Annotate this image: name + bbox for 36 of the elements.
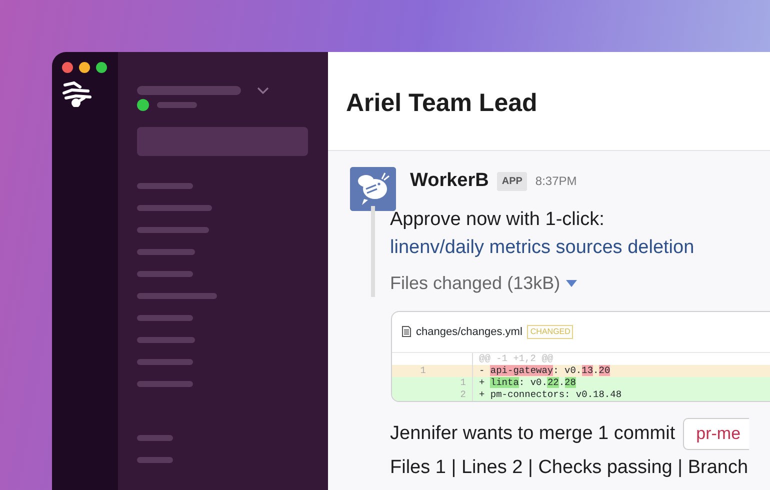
file-icon xyxy=(402,326,411,338)
merge-text: Jennifer wants to merge 1 commit xyxy=(390,422,676,446)
placeholder-bar xyxy=(137,249,195,255)
code-line: + pm-connectors: v0.18.48 xyxy=(472,389,770,401)
file-name: changes/changes.yml xyxy=(416,324,522,340)
minimize-window-icon[interactable] xyxy=(79,62,90,73)
line-number: 2 xyxy=(459,389,467,401)
message-time: 8:37PM xyxy=(535,173,577,190)
bee-avatar-icon xyxy=(350,167,396,211)
app-label: APP xyxy=(496,172,528,191)
pull-request-link[interactable]: linenv/daily metrics sources deletion xyxy=(390,234,694,262)
close-window-icon[interactable] xyxy=(62,62,73,73)
chevron-down-icon[interactable] xyxy=(257,86,269,94)
caret-icon xyxy=(566,280,578,286)
placeholder-bar xyxy=(137,183,193,189)
status-icon xyxy=(137,99,149,111)
placeholder-bar xyxy=(137,337,195,343)
placeholder-bar xyxy=(137,359,193,365)
channel-title: Ariel Team Lead xyxy=(328,52,770,151)
summary-text: Files 1 | Lines 2 | Checks passing | Branch xyxy=(390,456,750,480)
files-changed-toggle[interactable]: Files changed (13kB) xyxy=(390,270,578,296)
message-text: Approve now with 1-click: xyxy=(390,208,606,232)
maximize-window-icon[interactable] xyxy=(96,62,107,73)
placeholder-bar xyxy=(137,315,193,321)
placeholder-bar xyxy=(157,102,197,108)
line-number: 1 xyxy=(459,377,467,389)
branch-tag: pr-me xyxy=(683,418,749,450)
placeholder-bar xyxy=(137,271,193,277)
placeholder-bar xyxy=(137,435,173,441)
status-tag: CHANGED xyxy=(527,324,574,339)
placeholder-bar xyxy=(137,227,209,233)
logo-icon xyxy=(62,81,94,107)
placeholder-bar xyxy=(137,457,173,463)
sender-name: WorkerB xyxy=(410,169,489,193)
line-number: 1 xyxy=(419,365,427,377)
placeholder-bar xyxy=(137,381,193,387)
